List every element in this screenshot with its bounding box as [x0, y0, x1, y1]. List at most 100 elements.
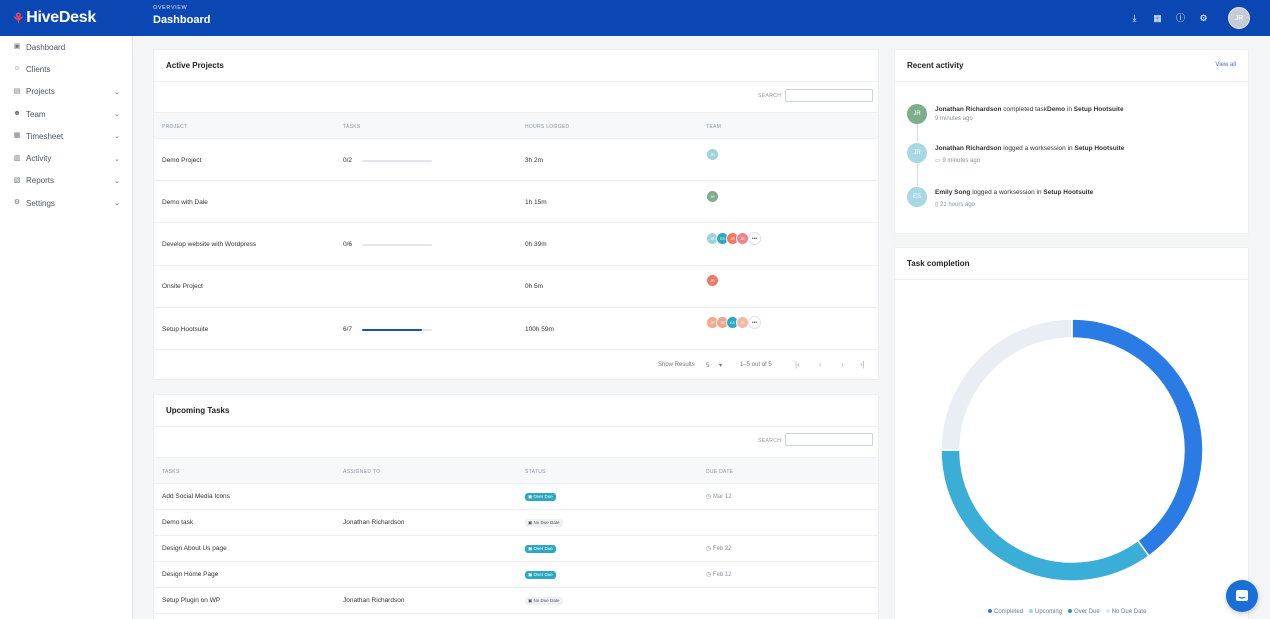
- avatar[interactable]: JR: [907, 104, 927, 124]
- activity-user[interactable]: Emily Song: [935, 189, 970, 196]
- user-avatar[interactable]: JR: [1228, 7, 1250, 29]
- activity-object[interactable]: Demo: [1047, 106, 1065, 113]
- app-logo[interactable]: ⚘ HiveDesk: [12, 9, 96, 27]
- last-page-icon[interactable]: ›|: [860, 360, 865, 369]
- donut-slice-upcoming[interactable]: [940, 449, 1151, 582]
- project-search-input[interactable]: [785, 89, 873, 102]
- more-members-button[interactable]: •••: [748, 232, 761, 245]
- table-row[interactable]: Design Home Page ▣ Over Due ◷ Feb 12: [154, 562, 878, 588]
- sidebar-item-team[interactable]: ☻ Team ⌄: [0, 103, 132, 125]
- column-header[interactable]: HOURS LOGGED: [525, 124, 569, 130]
- donut-slice-no-due-date[interactable]: [940, 318, 1073, 451]
- activity-user[interactable]: Jonathan Richardson: [935, 106, 1001, 113]
- table-row[interactable]: Setup Hootsuite 6/7 100h 59m JR JR ES JR…: [154, 308, 878, 350]
- table-row[interactable]: Demo task Jonathan Richardson ▣ No Due D…: [154, 510, 878, 536]
- task-name[interactable]: Design About Us page: [162, 545, 227, 552]
- recent-activity-card: Recent activity View all JR Jonathan Ric…: [894, 49, 1249, 234]
- map-icon[interactable]: ▦: [1153, 13, 1162, 23]
- team-avatars: JR ES JR JR •••: [706, 232, 761, 245]
- table-row[interactable]: Demo Project 0/2 3h 2m JR: [154, 139, 878, 181]
- legend-item[interactable]: Completed: [988, 609, 1023, 615]
- sidebar-item-projects[interactable]: ▤ Projects ⌄: [0, 81, 132, 103]
- activity-time: 21 hours ago: [939, 202, 976, 208]
- sidebar-item-dashboard[interactable]: ▣ Dashboard: [0, 36, 132, 58]
- activity-preposition: in: [1067, 145, 1073, 152]
- activity-target[interactable]: Setup Hootsuite: [1043, 189, 1093, 196]
- timeline-connector: [917, 124, 918, 142]
- more-members-button[interactable]: •••: [748, 316, 761, 329]
- sidebar-item-settings[interactable]: ⚙ Settings ⌄: [0, 192, 132, 214]
- table-row[interactable]: Develop website with Wordpress 0/6 0h 39…: [154, 223, 878, 266]
- task-name[interactable]: Demo task: [162, 519, 193, 526]
- hours-logged: 0h 5m: [525, 283, 544, 290]
- sidebar-item-label: Reports: [26, 176, 55, 186]
- first-page-icon[interactable]: |‹: [795, 360, 800, 369]
- sidebar-item-label: Dashboard: [26, 42, 66, 52]
- next-page-icon[interactable]: ›: [841, 360, 844, 369]
- avatar[interactable]: JR: [706, 148, 719, 161]
- table-row[interactable]: Add Social Media Icons ▣ Over Due ◷ Mar …: [154, 484, 878, 510]
- activity-target[interactable]: Setup Hootsuite: [1074, 145, 1124, 152]
- due-date: ◷ Mar 12: [706, 493, 732, 500]
- sidebar-item-timesheet[interactable]: ▦ Timesheet ⌄: [0, 125, 132, 147]
- results-per-page-select[interactable]: 5 ▾: [706, 362, 722, 369]
- task-name[interactable]: Setup Plugin on WP: [162, 597, 220, 604]
- column-header[interactable]: ASSIGNED TO: [343, 469, 380, 475]
- column-header[interactable]: TASKS: [343, 124, 361, 130]
- clock-icon: ◷: [706, 494, 712, 500]
- avatar[interactable]: JR: [706, 190, 719, 203]
- table-row[interactable]: Setup Plugin on WP Jonathan Richardson ▣…: [154, 588, 878, 614]
- sidebar-item-clients[interactable]: ☺ Clients: [0, 58, 132, 80]
- table-row[interactable]: Demo with Dale 1h 15m JR: [154, 181, 878, 223]
- project-name[interactable]: Demo with Dale: [162, 199, 208, 206]
- task-name[interactable]: Add Social Media Icons: [162, 493, 230, 500]
- task-completion-card: Task completion: [894, 247, 1249, 619]
- card-title: Upcoming Tasks: [166, 406, 230, 415]
- page-heading: OVERVIEW Dashboard: [153, 5, 210, 26]
- settings-icon[interactable]: ⚙: [1199, 13, 1208, 23]
- legend-dot: [1068, 609, 1073, 614]
- avatar[interactable]: JR: [706, 274, 719, 287]
- sidebar-item-label: Settings: [26, 198, 55, 208]
- download-icon[interactable]: ⤓: [1130, 13, 1139, 23]
- column-header[interactable]: TEAM: [706, 124, 721, 130]
- project-name[interactable]: Onsite Project: [162, 283, 203, 290]
- activity-text: Emily Song logged a worksession in Setup…: [935, 189, 1093, 196]
- column-header[interactable]: PROJECT: [162, 124, 187, 130]
- folder-icon: ▤: [13, 87, 21, 95]
- project-name[interactable]: Develop website with Wordpress: [162, 241, 256, 248]
- help-icon[interactable]: ⓘ: [1176, 13, 1185, 23]
- activity-target[interactable]: Setup Hootsuite: [1074, 106, 1124, 113]
- sidebar-item-activity[interactable]: ▥ Activity ⌄: [0, 147, 132, 169]
- view-all-link[interactable]: View all: [1215, 62, 1236, 68]
- sidebar-item-reports[interactable]: ▧ Reports ⌄: [0, 170, 132, 192]
- project-name[interactable]: Demo Project: [162, 157, 201, 164]
- task-search-input[interactable]: [785, 433, 873, 446]
- assignee: Jonathan Richardson: [343, 519, 405, 526]
- table-row[interactable]: Onsite Project 0h 5m JR: [154, 266, 878, 308]
- task-count: 0/6: [343, 241, 353, 248]
- column-header[interactable]: DUE DATE: [706, 469, 733, 475]
- legend-item[interactable]: Over Due: [1068, 609, 1100, 615]
- activity-icon: ▥: [13, 154, 21, 162]
- legend-item[interactable]: Upcoming: [1029, 609, 1062, 615]
- avatar[interactable]: ES: [907, 187, 927, 207]
- legend-item[interactable]: No Due Date: [1105, 609, 1146, 615]
- task-name[interactable]: Design Home Page: [162, 571, 218, 578]
- project-name[interactable]: Setup Hootsuite: [162, 326, 208, 333]
- activity-user[interactable]: Jonathan Richardson: [935, 145, 1001, 152]
- avatar[interactable]: JR: [907, 143, 927, 163]
- prev-page-icon[interactable]: ‹: [819, 360, 822, 369]
- chevron-down-icon: ⌄: [114, 200, 120, 208]
- column-header[interactable]: TASKS: [162, 469, 180, 475]
- legend-dot: [988, 609, 992, 614]
- sidebar-item-label: Team: [26, 109, 46, 119]
- task-count: 6/7: [343, 326, 353, 333]
- activity-action: logged a worksession: [1003, 145, 1066, 152]
- status-text: No Due Date: [533, 598, 560, 603]
- chat-button[interactable]: [1226, 580, 1258, 612]
- column-header[interactable]: STATUS: [525, 469, 546, 475]
- donut-slice-completed[interactable]: [1071, 318, 1204, 558]
- table-row[interactable]: Design About Us page ▣ Over Due ◷ Feb 22: [154, 536, 878, 562]
- clock-icon: ◷: [706, 572, 712, 578]
